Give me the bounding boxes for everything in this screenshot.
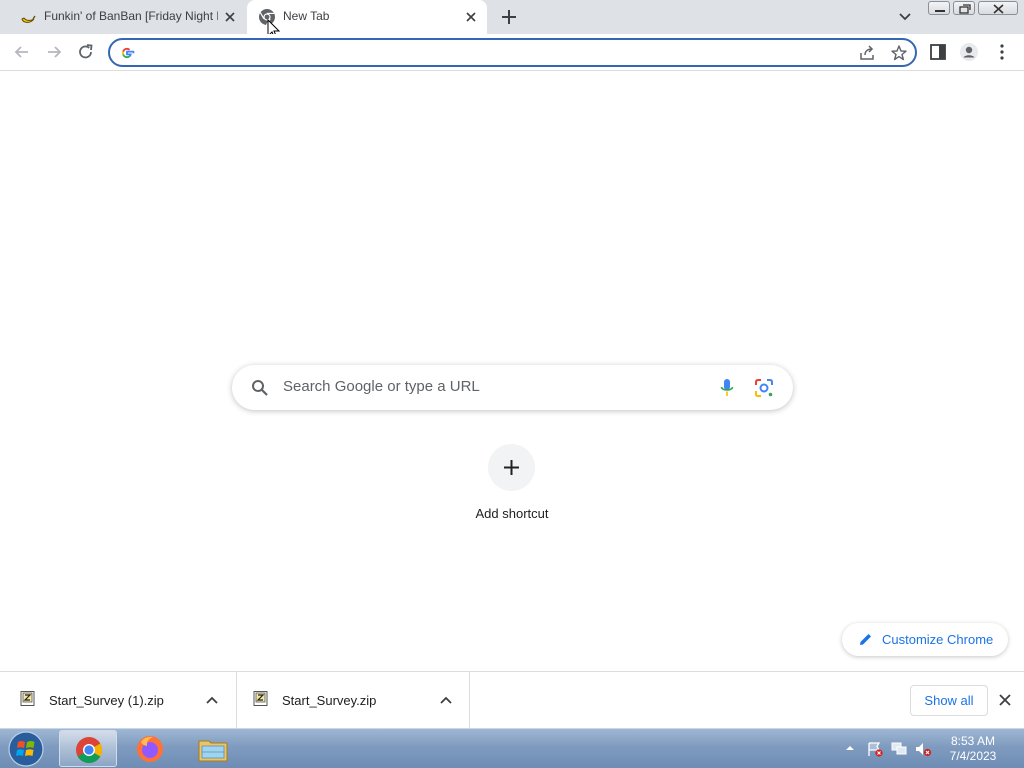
plus-icon (504, 460, 519, 475)
download-shelf: Start_Survey (1).zip Start_Survey.zip Sh… (0, 671, 1024, 729)
chevron-up-icon[interactable] (205, 693, 219, 707)
download-item[interactable]: Start_Survey.zip (237, 672, 470, 729)
banana-icon (21, 15, 36, 23)
close-tab-icon[interactable] (463, 9, 479, 25)
new-tab-plus-icon[interactable] (499, 7, 519, 27)
screen: Funkin' of BanBan [Friday Night F New Ta… (0, 0, 1024, 768)
clock-time: 8:53 AM (950, 734, 996, 748)
tab-search-chevron-icon[interactable] (896, 9, 914, 25)
close-shelf-icon[interactable] (998, 693, 1012, 707)
zip-file-icon (253, 691, 268, 706)
download-filename: Start_Survey.zip (282, 693, 377, 708)
address-bar[interactable] (108, 38, 917, 67)
chrome-icon (76, 737, 103, 764)
taskbar-chrome-button[interactable] (59, 730, 117, 767)
share-icon[interactable] (858, 44, 876, 62)
back-arrow-icon[interactable] (12, 42, 32, 62)
tray-expand-arrow-icon[interactable] (845, 743, 855, 753)
google-lens-camera-icon[interactable] (753, 377, 775, 399)
add-shortcut-label: Add shortcut (475, 506, 549, 521)
search-placeholder: Search Google or type a URL (283, 378, 480, 395)
restore-icon (959, 4, 971, 14)
window-minimize-button[interactable] (928, 1, 950, 15)
pencil-icon (860, 634, 871, 645)
download-item[interactable]: Start_Survey (1).zip (0, 672, 237, 729)
forward-arrow-icon[interactable] (44, 42, 64, 62)
zip-file-icon (20, 691, 35, 706)
taskbar-file-explorer-button[interactable] (183, 730, 241, 767)
customize-chrome-button[interactable]: Customize Chrome (842, 623, 1008, 656)
window-restore-button[interactable] (953, 1, 975, 15)
action-center-flag-icon[interactable] (866, 741, 884, 757)
customize-chrome-label: Customize Chrome (882, 632, 994, 647)
tab-title: New Tab (283, 9, 330, 23)
address-input[interactable] (142, 43, 842, 62)
chevron-up-icon[interactable] (439, 693, 453, 707)
browser-toolbar (0, 34, 1024, 71)
search-icon (252, 380, 268, 396)
microphone-icon[interactable] (718, 377, 736, 399)
windows-taskbar: 8:53 AM 7/4/2023 (0, 728, 1024, 768)
window-close-button[interactable] (978, 1, 1018, 15)
volume-muted-icon[interactable] (914, 741, 932, 757)
close-tab-icon[interactable] (222, 9, 238, 25)
bookmark-star-icon[interactable] (890, 44, 908, 62)
tab-strip: Funkin' of BanBan [Friday Night F New Ta… (0, 0, 1024, 40)
minimize-icon (935, 10, 945, 12)
show-all-downloads-button[interactable]: Show all (910, 685, 988, 716)
taskbar-clock[interactable]: 8:53 AM 7/4/2023 (940, 734, 1006, 764)
add-shortcut-button[interactable] (488, 444, 535, 491)
tab-new-tab[interactable]: New Tab (247, 0, 487, 34)
clock-date: 7/4/2023 (949, 749, 997, 763)
network-icon[interactable] (890, 741, 908, 757)
side-panel-icon[interactable] (928, 42, 948, 62)
ntp-search-box[interactable]: Search Google or type a URL (232, 365, 793, 410)
tab-funkin-banban[interactable]: Funkin' of BanBan [Friday Night F (8, 0, 246, 34)
file-explorer-icon (198, 740, 228, 762)
download-filename: Start_Survey (1).zip (49, 693, 164, 708)
close-icon (993, 4, 1004, 14)
google-g-icon (122, 47, 135, 59)
windows-start-orb[interactable] (6, 730, 46, 768)
profile-avatar-icon[interactable] (959, 42, 979, 62)
add-shortcut-tile[interactable]: Add shortcut (462, 440, 562, 530)
tab-title: Funkin' of BanBan [Friday Night F (44, 9, 218, 23)
taskbar-firefox-button[interactable] (121, 730, 179, 767)
firefox-icon (137, 736, 163, 762)
reload-icon[interactable] (76, 42, 96, 62)
menu-kebab-icon[interactable] (992, 42, 1012, 62)
